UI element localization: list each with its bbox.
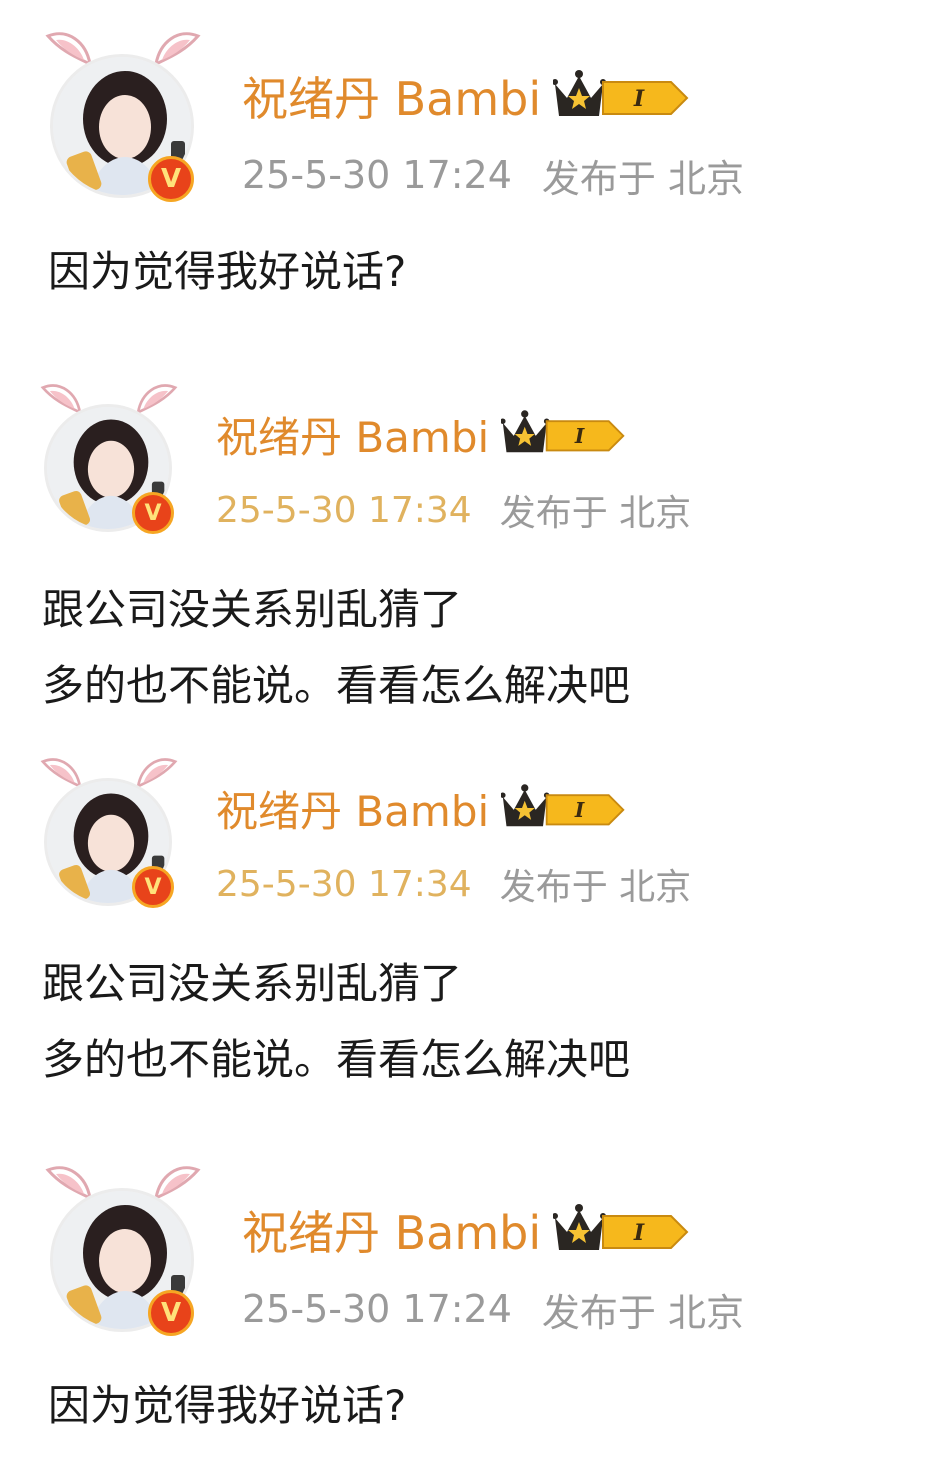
post-content: 因为觉得我好说话? bbox=[48, 242, 406, 302]
location-label: 发布于 北京 bbox=[499, 493, 692, 534]
avatar-frame[interactable]: V bbox=[38, 1162, 208, 1342]
username[interactable]: 祝绪丹 Bambi bbox=[242, 63, 541, 129]
timestamp: 25-5-30 17:24 bbox=[242, 153, 512, 197]
crown-level-icon[interactable]: I bbox=[501, 410, 627, 458]
avatar-frame[interactable]: V bbox=[34, 754, 204, 934]
avatar-frame[interactable]: V bbox=[34, 380, 204, 560]
location-label: 发布于 北京 bbox=[541, 1290, 744, 1335]
location-label: 发布于 北京 bbox=[541, 156, 744, 201]
timestamp: 25-5-30 17:34 bbox=[216, 489, 472, 531]
username[interactable]: 祝绪丹 Bambi bbox=[216, 778, 489, 839]
timestamp: 25-5-30 17:24 bbox=[242, 1287, 512, 1331]
post-content: 因为觉得我好说话? bbox=[48, 1376, 406, 1436]
level-label: I bbox=[633, 1220, 645, 1246]
verified-v-icon: V bbox=[148, 1290, 194, 1336]
post-card: V 祝绪丹 Bambi I 25-5-30 17:24 发布于 北京 因为觉得我… bbox=[0, 0, 948, 330]
post-text-line: 跟公司没关系别乱猜了 bbox=[42, 585, 463, 634]
level-label: I bbox=[574, 424, 585, 448]
post-card: V 祝绪丹 Bambi I 25-5-30 17:34 发布于 北京 跟公司没关… bbox=[0, 370, 948, 730]
post-card: V 祝绪丹 Bambi I 25-5-30 17:24 发布于 北京 因为觉得我… bbox=[0, 1134, 948, 1472]
post-text-line: 因为觉得我好说话? bbox=[48, 1381, 407, 1430]
crown-level-icon[interactable]: I bbox=[553, 1204, 691, 1256]
username[interactable]: 祝绪丹 Bambi bbox=[242, 1197, 541, 1263]
post-text-line: 跟公司没关系别乱猜了 bbox=[42, 959, 463, 1008]
level-label: I bbox=[633, 86, 645, 112]
post-content: 跟公司没关系别乱猜了 多的也不能说。看看怎么解决吧 bbox=[42, 946, 630, 1098]
post-card: V 祝绪丹 Bambi I 25-5-30 17:34 发布于 北京 跟公司没关… bbox=[0, 744, 948, 1104]
verified-v-icon: V bbox=[148, 156, 194, 202]
post-text-line: 多的也不能说。看看怎么解决吧 bbox=[42, 661, 631, 710]
avatar-frame[interactable]: V bbox=[38, 28, 208, 208]
location-label: 发布于 北京 bbox=[499, 867, 692, 908]
crown-level-icon[interactable]: I bbox=[501, 784, 627, 832]
post-content: 跟公司没关系别乱猜了 多的也不能说。看看怎么解决吧 bbox=[42, 572, 630, 724]
timestamp: 25-5-30 17:34 bbox=[216, 863, 472, 905]
post-text-line: 因为觉得我好说话? bbox=[48, 247, 407, 296]
verified-v-icon: V bbox=[132, 866, 174, 908]
level-label: I bbox=[574, 798, 585, 822]
crown-level-icon[interactable]: I bbox=[553, 70, 691, 122]
post-text-line: 多的也不能说。看看怎么解决吧 bbox=[42, 1035, 631, 1084]
username[interactable]: 祝绪丹 Bambi bbox=[216, 404, 489, 465]
verified-v-icon: V bbox=[132, 492, 174, 534]
